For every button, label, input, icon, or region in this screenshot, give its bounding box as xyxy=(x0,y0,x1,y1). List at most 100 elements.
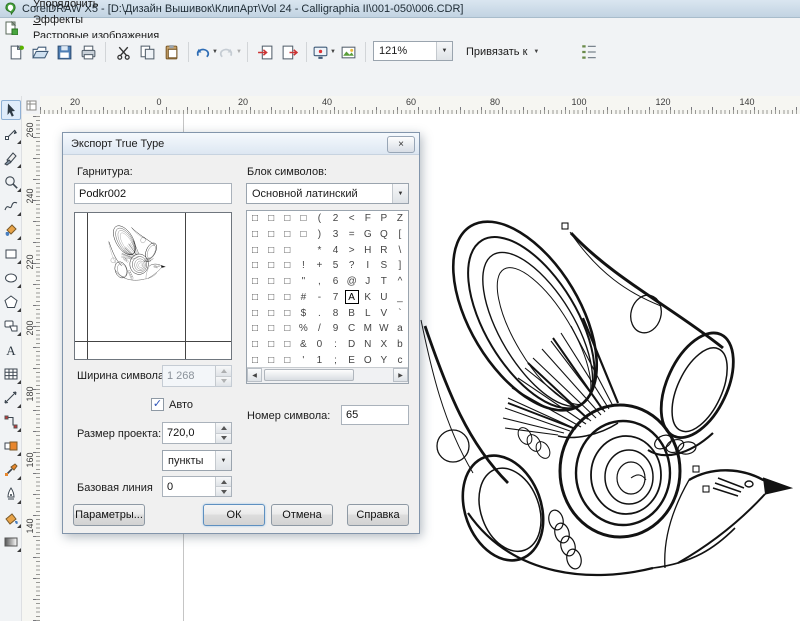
char-cell[interactable]: □ xyxy=(263,289,279,305)
char-cell[interactable]: □ xyxy=(279,289,295,305)
paste-button[interactable] xyxy=(159,41,183,63)
rectangle-tool[interactable] xyxy=(1,244,21,264)
char-cell[interactable]: % xyxy=(295,321,311,337)
char-cell[interactable]: □ xyxy=(295,211,311,227)
char-cell[interactable]: 3 xyxy=(328,227,344,243)
char-cell[interactable]: ^ xyxy=(392,274,408,290)
welcome-screen-button[interactable] xyxy=(336,41,360,63)
help-button[interactable]: Справка xyxy=(347,504,409,526)
char-cell[interactable]: □ xyxy=(279,227,295,243)
zoom-tool[interactable] xyxy=(1,172,21,192)
char-cell[interactable]: □ xyxy=(247,321,263,337)
char-cell[interactable]: H xyxy=(360,242,376,258)
char-cell[interactable]: □ xyxy=(247,227,263,243)
menu-item-4[interactable]: Упорядочить xyxy=(24,0,168,12)
char-cell[interactable]: 5 xyxy=(328,258,344,274)
menu-item-5[interactable]: Эффекты xyxy=(24,12,168,28)
char-cell[interactable]: L xyxy=(360,305,376,321)
char-cell[interactable]: □ xyxy=(279,242,295,258)
text-tool[interactable]: A xyxy=(1,340,21,360)
cancel-button[interactable]: Отмена xyxy=(271,504,333,526)
snap-to-button[interactable]: Привязать к ▼ xyxy=(462,42,543,62)
spin-down-icon[interactable] xyxy=(216,487,231,496)
char-cell[interactable]: I xyxy=(360,258,376,274)
smart-fill-tool[interactable] xyxy=(1,220,21,240)
char-cell[interactable]: □ xyxy=(263,305,279,321)
ok-button[interactable]: ОК xyxy=(203,504,265,526)
horizontal-ruler[interactable]: 20020406080100120140 xyxy=(40,96,800,115)
char-cell[interactable]: 9 xyxy=(328,321,344,337)
export-button[interactable] xyxy=(277,41,301,63)
options-button[interactable]: Параметры... xyxy=(73,504,145,526)
char-cell[interactable]: □ xyxy=(263,274,279,290)
open-button[interactable] xyxy=(28,41,52,63)
copy-button[interactable] xyxy=(135,41,159,63)
char-cell[interactable]: @ xyxy=(344,274,360,290)
char-cell[interactable]: " xyxy=(295,274,311,290)
table-tool[interactable] xyxy=(1,364,21,384)
ellipse-tool[interactable] xyxy=(1,268,21,288)
char-cell[interactable]: U xyxy=(376,289,392,305)
char-cell[interactable]: a xyxy=(392,321,408,337)
char-cell[interactable]: □ xyxy=(247,274,263,290)
char-cell[interactable]: S xyxy=(376,258,392,274)
color-eyedropper-tool[interactable] xyxy=(1,460,21,480)
crop-tool[interactable] xyxy=(1,148,21,168)
char-cell[interactable]: □ xyxy=(247,352,263,368)
project-size-input[interactable] xyxy=(163,423,215,443)
char-cell[interactable]: □ xyxy=(279,337,295,353)
polygon-tool[interactable] xyxy=(1,292,21,312)
char-cell[interactable]: □ xyxy=(279,274,295,290)
char-cell[interactable]: □ xyxy=(263,337,279,353)
char-cell[interactable]: ( xyxy=(311,211,327,227)
fill-tool[interactable] xyxy=(1,508,21,528)
char-cell[interactable]: 6 xyxy=(328,274,344,290)
char-cell[interactable]: □ xyxy=(279,211,295,227)
new-button[interactable] xyxy=(4,41,28,63)
char-cell[interactable]: □ xyxy=(263,321,279,337)
char-cell[interactable]: C xyxy=(344,321,360,337)
char-cell[interactable]: □ xyxy=(295,227,311,243)
zoom-level-combo[interactable]: 121% ▼ xyxy=(373,41,453,61)
ruler-origin-button[interactable] xyxy=(22,96,41,115)
shape-edit-tool[interactable] xyxy=(1,124,21,144)
char-cell[interactable]: + xyxy=(311,258,327,274)
char-cell[interactable]: □ xyxy=(279,258,295,274)
units-combo[interactable]: пункты ▼ xyxy=(162,450,232,471)
char-cell[interactable]: ! xyxy=(295,258,311,274)
close-icon[interactable]: × xyxy=(387,136,415,153)
char-cell[interactable]: □ xyxy=(263,242,279,258)
char-cell[interactable]: O xyxy=(360,352,376,368)
char-cell[interactable]: : xyxy=(328,337,344,353)
char-cell[interactable]: □ xyxy=(247,211,263,227)
char-cell[interactable]: ` xyxy=(392,305,408,321)
options-list-icon[interactable] xyxy=(580,43,598,61)
save-button[interactable] xyxy=(52,41,76,63)
char-cell[interactable]: Z xyxy=(392,211,408,227)
basic-shapes-tool[interactable] xyxy=(1,316,21,336)
char-cell[interactable]: / xyxy=(311,321,327,337)
char-cell[interactable]: □ xyxy=(279,352,295,368)
char-cell[interactable]: □ xyxy=(247,242,263,258)
freehand-tool[interactable] xyxy=(1,196,21,216)
baseline-spinner[interactable] xyxy=(162,476,232,497)
char-cell[interactable]: \ xyxy=(392,242,408,258)
char-cell[interactable]: □ xyxy=(279,321,295,337)
auto-checkbox[interactable]: ✓ xyxy=(151,398,164,411)
scrollbar-thumb[interactable] xyxy=(264,369,354,381)
print-button[interactable] xyxy=(76,41,100,63)
char-cell[interactable]: 0 xyxy=(311,337,327,353)
char-cell[interactable]: □ xyxy=(263,258,279,274)
char-cell[interactable]: K xyxy=(360,289,376,305)
char-cell[interactable]: ? xyxy=(344,258,360,274)
char-cell[interactable]: 2 xyxy=(328,211,344,227)
char-number-input[interactable] xyxy=(341,405,409,425)
symbol-block-combo[interactable]: Основной латинский ▼ xyxy=(246,183,409,204)
char-cell[interactable]: 8 xyxy=(328,305,344,321)
char-cell[interactable]: Y xyxy=(376,352,392,368)
cut-button[interactable] xyxy=(111,41,135,63)
interactive-fill-tool[interactable] xyxy=(1,532,21,552)
char-cell[interactable]: □ xyxy=(263,352,279,368)
char-cell[interactable]: □ xyxy=(247,305,263,321)
outline-pen-tool[interactable] xyxy=(1,484,21,504)
